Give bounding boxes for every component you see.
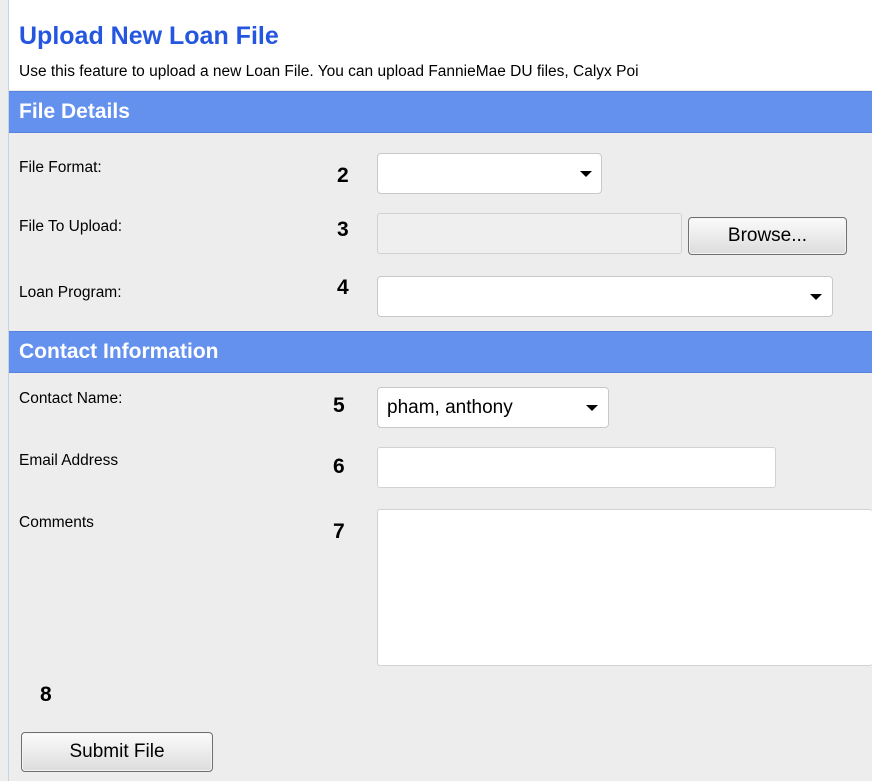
email-address-number: 6 (333, 455, 345, 478)
file-path-input[interactable] (377, 213, 682, 254)
email-field[interactable] (377, 447, 776, 488)
email-address-label: Email Address (19, 452, 119, 469)
contact-name-value: pham, anthony (387, 397, 513, 418)
browse-button[interactable]: Browse... (688, 217, 847, 255)
file-format-label: File Format: (19, 159, 102, 176)
file-to-upload-label: File To Upload: (19, 218, 123, 235)
chevron-down-icon (586, 405, 598, 411)
file-details-title: File Details (19, 100, 130, 123)
file-to-upload-number: 3 (337, 218, 349, 241)
file-format-number: 2 (337, 164, 349, 187)
contact-name-select[interactable]: pham, anthony (377, 387, 609, 428)
contact-name-number: 5 (333, 394, 345, 417)
contact-info-title: Contact Information (19, 340, 219, 363)
comments-textarea[interactable] (377, 509, 872, 666)
contact-info-header: Contact Information (9, 331, 872, 373)
submit-file-button[interactable]: Submit File (21, 732, 213, 772)
loan-program-select[interactable] (377, 276, 833, 317)
file-details-header: File Details (9, 91, 872, 133)
loan-program-number: 4 (337, 276, 349, 299)
file-format-select[interactable] (377, 153, 602, 194)
loan-program-label: Loan Program: (19, 284, 122, 301)
chevron-down-icon (810, 294, 822, 300)
comments-label: Comments (19, 514, 94, 531)
chevron-down-icon (580, 171, 592, 177)
page-description: Use this feature to upload a new Loan Fi… (19, 63, 639, 80)
comments-number: 7 (333, 520, 345, 543)
contact-name-label: Contact Name: (19, 390, 123, 407)
submit-number: 8 (40, 683, 52, 706)
page-title: Upload New Loan File (19, 22, 279, 50)
